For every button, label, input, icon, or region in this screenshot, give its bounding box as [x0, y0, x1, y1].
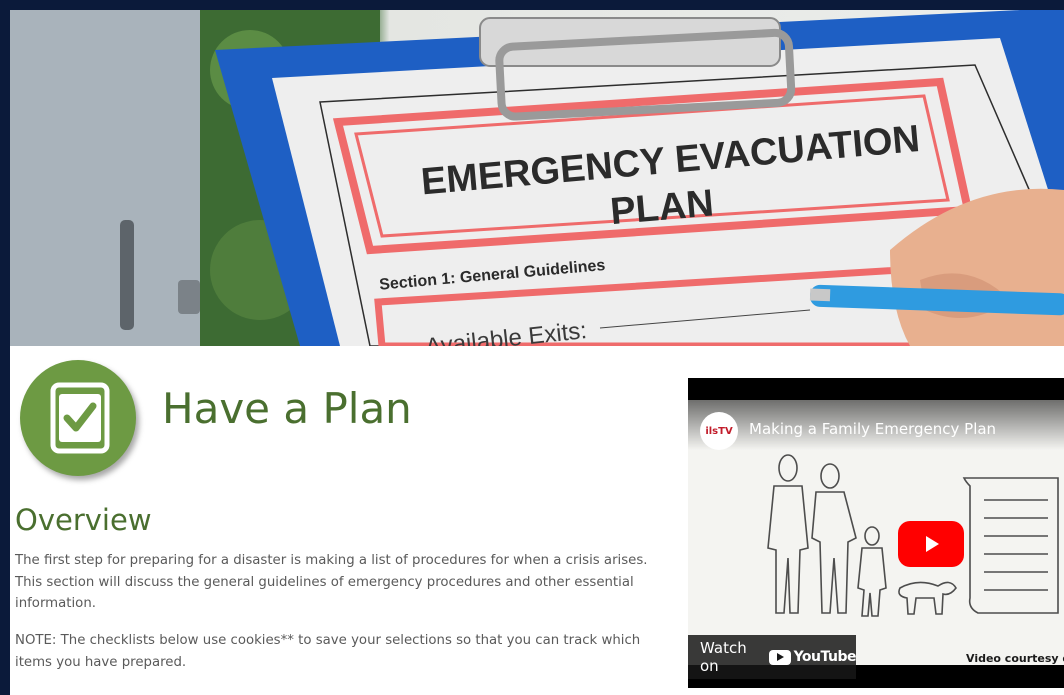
- page: EMERGENCY EVACUATION PLAN Section 1: Gen…: [10, 10, 1064, 695]
- cookie-note: NOTE: The checklists below use cookies**…: [15, 633, 641, 670]
- checkbox-icon: [50, 382, 110, 454]
- family-illustration: [767, 454, 1059, 617]
- channel-logo[interactable]: ilsTV: [700, 412, 738, 450]
- plan-badge: [20, 360, 136, 476]
- hero-illustration: EMERGENCY EVACUATION PLAN Section 1: Gen…: [10, 10, 1064, 346]
- overview-paragraph: The first step for preparing for a disas…: [15, 553, 648, 611]
- clipboard-title-line2: PLAN: [609, 182, 716, 233]
- watch-on-label: Watch on: [700, 639, 747, 675]
- video-credit: Video courtesy of: [966, 652, 1064, 665]
- watch-on-youtube-button[interactable]: Watch on YouTube: [688, 635, 857, 679]
- youtube-wordmark: YouTube: [793, 649, 857, 665]
- video-embed[interactable]: ilsTV Making a Family Emergency Plan Wat…: [688, 378, 1064, 688]
- video-title[interactable]: Making a Family Emergency Plan: [749, 420, 996, 438]
- youtube-icon: [768, 649, 791, 665]
- page-title: Have a Plan: [162, 384, 412, 433]
- youtube-logo: YouTube: [768, 649, 857, 665]
- hero-image: EMERGENCY EVACUATION PLAN Section 1: Gen…: [10, 10, 1064, 346]
- play-icon: [926, 536, 939, 552]
- play-button[interactable]: [898, 521, 964, 567]
- overview-heading: Overview: [15, 503, 152, 537]
